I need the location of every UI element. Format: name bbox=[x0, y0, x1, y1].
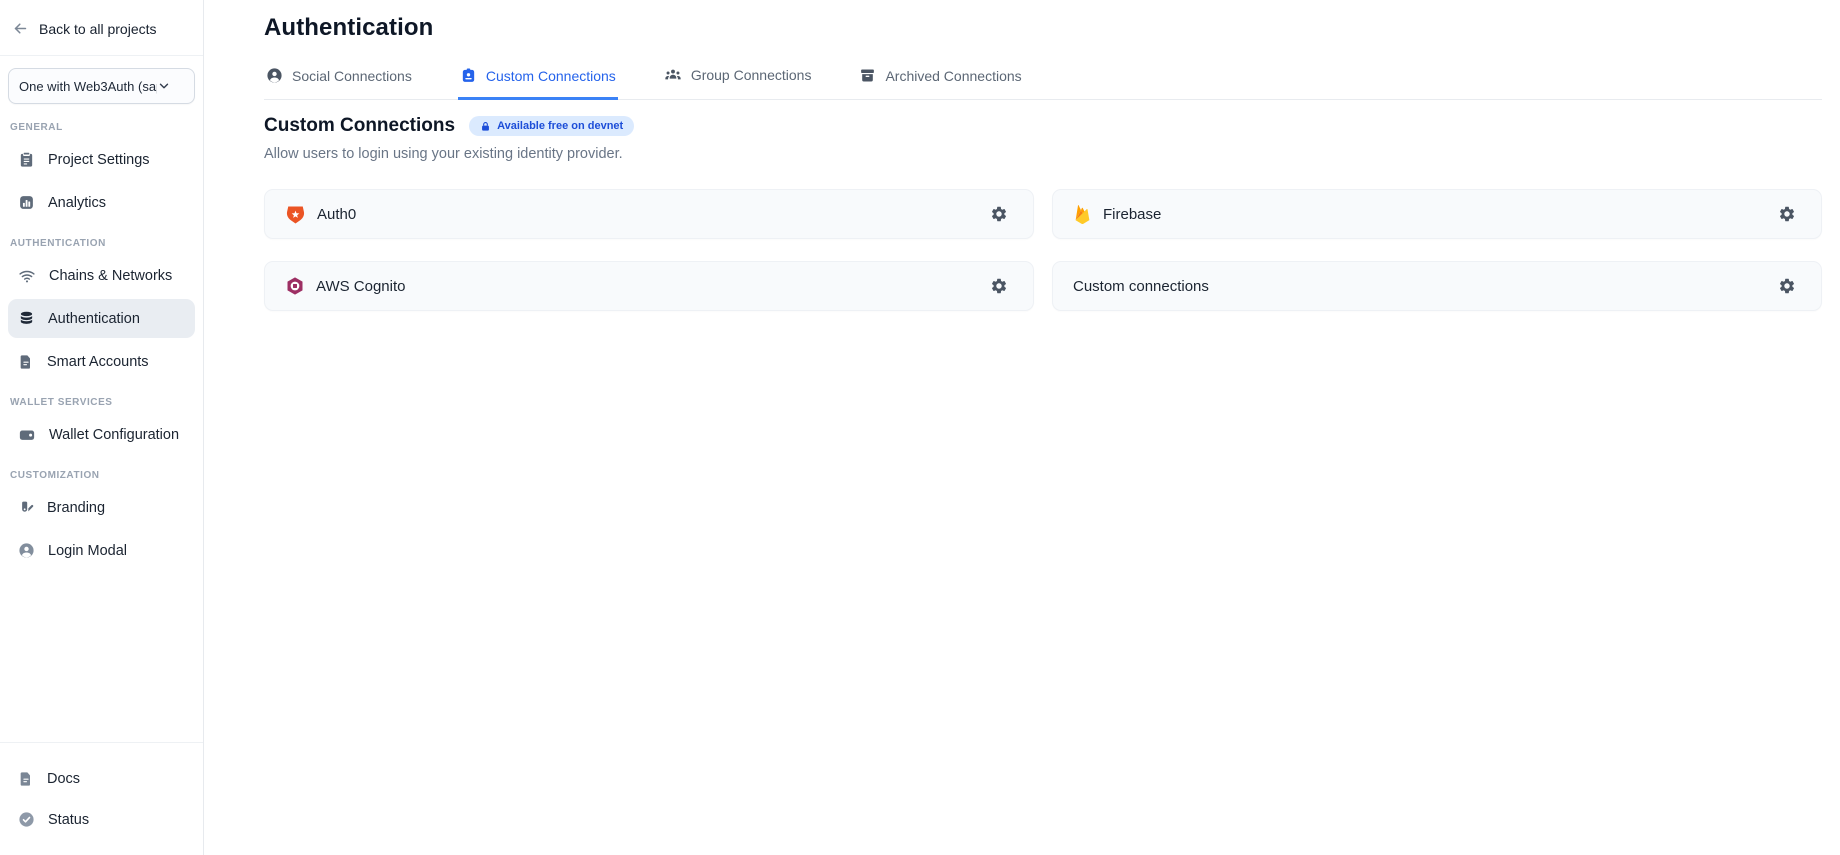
tab-label: Social Connections bbox=[292, 68, 412, 84]
section-label-wallet-services: WALLET SERVICES bbox=[0, 383, 203, 413]
firebase-settings-button[interactable] bbox=[1773, 200, 1801, 228]
devnet-badge: Available free on devnet bbox=[469, 116, 634, 136]
gear-icon bbox=[1778, 205, 1796, 223]
sidebar-item-docs[interactable]: Docs bbox=[8, 759, 195, 798]
app-window: Back to all projects One with Web3Auth (… bbox=[0, 0, 1840, 855]
custom-connections-settings-button[interactable] bbox=[1773, 272, 1801, 300]
sidebar-item-label: Wallet Configuration bbox=[49, 427, 179, 443]
auth0-settings-button[interactable] bbox=[985, 200, 1013, 228]
aws-cognito-settings-button[interactable] bbox=[985, 272, 1013, 300]
sidebar-nav: GENERAL Project Settings Analytics AUTHE… bbox=[0, 108, 203, 855]
sidebar-item-wallet-configuration[interactable]: Wallet Configuration bbox=[8, 415, 195, 454]
tab-group-connections[interactable]: Group Connections bbox=[662, 64, 814, 100]
document-icon bbox=[18, 771, 34, 787]
card-aws-cognito[interactable]: AWS Cognito bbox=[264, 261, 1034, 311]
user-circle-icon bbox=[18, 542, 35, 559]
sidebar-item-smart-accounts[interactable]: Smart Accounts bbox=[8, 342, 195, 381]
main-content: Authentication Social Connections Custom… bbox=[204, 0, 1840, 855]
card-firebase[interactable]: Firebase bbox=[1052, 189, 1822, 239]
user-group-icon bbox=[664, 66, 682, 84]
back-label: Back to all projects bbox=[39, 21, 157, 37]
sidebar-item-analytics[interactable]: Analytics bbox=[8, 183, 195, 222]
card-label: Custom connections bbox=[1073, 278, 1209, 295]
aws-cognito-logo bbox=[285, 276, 305, 296]
card-label: Auth0 bbox=[317, 206, 356, 223]
auth0-logo bbox=[285, 204, 306, 225]
tab-archived-connections[interactable]: Archived Connections bbox=[857, 65, 1023, 100]
sidebar-item-label: Smart Accounts bbox=[47, 354, 149, 370]
user-circle-icon bbox=[266, 67, 283, 84]
section-label-customization: CUSTOMIZATION bbox=[0, 456, 203, 486]
wallet-icon bbox=[18, 426, 36, 444]
chevron-down-icon bbox=[157, 79, 171, 93]
tab-label: Archived Connections bbox=[885, 68, 1021, 84]
sidebar-item-label: Analytics bbox=[48, 195, 106, 211]
arrow-left-icon bbox=[12, 20, 29, 37]
sidebar-item-login-modal[interactable]: Login Modal bbox=[8, 531, 195, 570]
sidebar-item-status[interactable]: Status bbox=[8, 800, 195, 839]
sidebar-item-project-settings[interactable]: Project Settings bbox=[8, 140, 195, 179]
gear-icon bbox=[990, 277, 1008, 295]
gear-icon bbox=[1778, 277, 1796, 295]
section-description: Allow users to login using your existing… bbox=[264, 146, 1822, 162]
clipboard-icon bbox=[18, 151, 35, 168]
sidebar-item-label: Project Settings bbox=[48, 152, 150, 168]
section-header: Custom Connections Available free on dev… bbox=[264, 115, 1822, 137]
sidebar-item-label: Docs bbox=[47, 771, 80, 787]
card-label: Firebase bbox=[1103, 206, 1161, 223]
wifi-icon bbox=[18, 267, 36, 285]
archive-box-icon bbox=[859, 67, 876, 84]
sidebar-footer: Docs Status bbox=[0, 742, 203, 849]
section-heading: Custom Connections bbox=[264, 115, 455, 137]
firebase-logo bbox=[1073, 205, 1092, 224]
stack-icon bbox=[18, 310, 35, 327]
tab-bar: Social Connections Custom Connections Gr… bbox=[264, 64, 1822, 100]
project-selector[interactable]: One with Web3Auth (sap bbox=[8, 68, 195, 104]
paint-brush-icon bbox=[18, 500, 34, 516]
card-custom-connections[interactable]: Custom connections bbox=[1052, 261, 1822, 311]
sidebar-item-authentication[interactable]: Authentication bbox=[8, 299, 195, 338]
document-icon bbox=[18, 354, 34, 370]
badge-label: Available free on devnet bbox=[497, 120, 623, 132]
page-title: Authentication bbox=[264, 14, 1822, 42]
sidebar-item-label: Status bbox=[48, 812, 89, 828]
project-selector-value: One with Web3Auth (sap bbox=[19, 79, 157, 94]
check-circle-icon bbox=[18, 811, 35, 828]
lock-icon bbox=[480, 121, 491, 132]
tab-custom-connections[interactable]: Custom Connections bbox=[458, 65, 618, 100]
id-badge-icon bbox=[460, 67, 477, 84]
sidebar-spacer bbox=[0, 572, 203, 742]
sidebar: Back to all projects One with Web3Auth (… bbox=[0, 0, 204, 855]
sidebar-item-branding[interactable]: Branding bbox=[8, 488, 195, 527]
tab-label: Custom Connections bbox=[486, 68, 616, 84]
gear-icon bbox=[990, 205, 1008, 223]
card-auth0[interactable]: Auth0 bbox=[264, 189, 1034, 239]
tab-label: Group Connections bbox=[691, 67, 812, 83]
tab-social-connections[interactable]: Social Connections bbox=[264, 65, 414, 100]
sidebar-item-label: Branding bbox=[47, 500, 105, 516]
sidebar-item-label: Chains & Networks bbox=[49, 268, 172, 284]
connection-cards-grid: Auth0 Firebase bbox=[264, 189, 1822, 311]
section-label-general: GENERAL bbox=[0, 108, 203, 138]
section-label-authentication: AUTHENTICATION bbox=[0, 224, 203, 254]
sidebar-item-label: Authentication bbox=[48, 311, 140, 327]
back-to-projects-link[interactable]: Back to all projects bbox=[0, 0, 203, 56]
sidebar-item-label: Login Modal bbox=[48, 543, 127, 559]
bar-chart-icon bbox=[18, 194, 35, 211]
sidebar-item-chains-networks[interactable]: Chains & Networks bbox=[8, 256, 195, 295]
card-label: AWS Cognito bbox=[316, 278, 405, 295]
